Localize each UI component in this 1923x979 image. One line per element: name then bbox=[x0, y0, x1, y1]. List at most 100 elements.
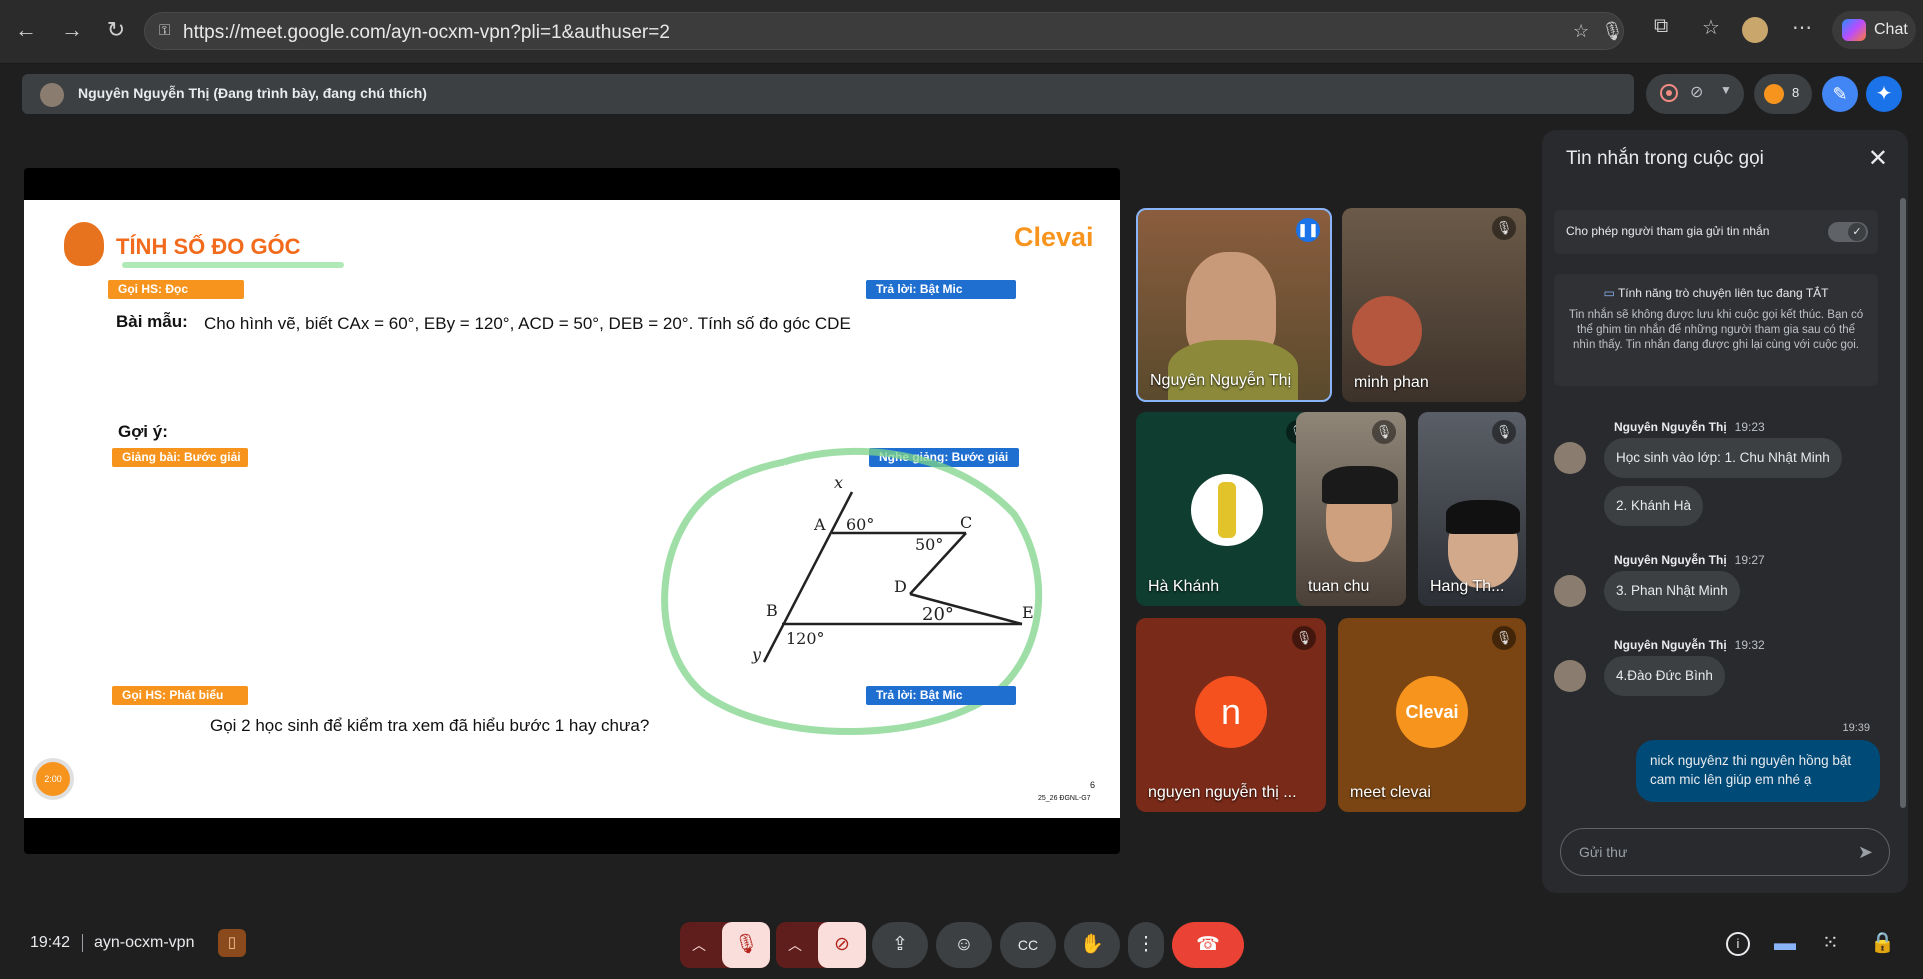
favorites-icon[interactable]: ☆ bbox=[1702, 15, 1720, 40]
end-call-icon[interactable]: ☎ bbox=[1172, 922, 1244, 968]
sender-avatar bbox=[1554, 660, 1586, 692]
label-b: B bbox=[766, 601, 778, 620]
participant-tile[interactable]: Clevai 🎙 meet clevai bbox=[1338, 618, 1526, 812]
participant-tile[interactable]: 🎙 minh phan bbox=[1342, 208, 1526, 402]
chat-icon[interactable]: ▬ bbox=[1774, 930, 1796, 956]
message-sender: Nguyên Nguyễn Thị 19:32 bbox=[1614, 638, 1765, 652]
mic-off-icon: 🎙 bbox=[1492, 626, 1516, 650]
participant-name: tuan chu bbox=[1308, 578, 1370, 595]
bai-mau-label: Bài mẫu: bbox=[116, 312, 188, 331]
message-bubble: 2. Khánh Hà bbox=[1604, 486, 1704, 526]
participants-icon bbox=[1764, 84, 1784, 104]
divider bbox=[82, 934, 83, 952]
browser-toolbar: ← → ↻ ⚿ https://meet.google.com/ayn-ocxm… bbox=[0, 0, 1923, 64]
tag-tra-loi-1: Trả lời: Bật Mic bbox=[866, 280, 1016, 299]
participant-name: Hang Th... bbox=[1430, 578, 1505, 595]
mic-off-icon[interactable]: 🎙 bbox=[722, 922, 770, 968]
close-icon[interactable]: ✕ bbox=[1868, 144, 1888, 173]
chat-scrollbar[interactable] bbox=[1900, 198, 1906, 808]
timer-badge: 2:00 bbox=[32, 758, 74, 800]
label-a: A bbox=[813, 515, 826, 534]
own-message-bubble: nick nguyênz thi nguyên hồng bật cam mic… bbox=[1636, 740, 1880, 802]
door-icon[interactable]: ▯ bbox=[218, 929, 246, 957]
participant-name: nguyen nguyễn thị ... bbox=[1148, 784, 1297, 801]
toggle-label: Cho phép người tham gia gửi tin nhắn bbox=[1566, 224, 1770, 238]
participant-name: minh phan bbox=[1354, 374, 1429, 391]
presenter-text: Nguyên Nguyễn Thị (Đang trình bày, đang … bbox=[78, 85, 427, 101]
slide: TÍNH SỐ ĐO GÓC Clevai Gọi HS: Đọc Trả lờ… bbox=[24, 200, 1120, 818]
meet-stage: Nguyên Nguyễn Thị (Đang trình bày, đang … bbox=[0, 64, 1923, 979]
meeting-time: 19:42 bbox=[30, 934, 71, 951]
microphone-icon[interactable]: 🎙 bbox=[1601, 21, 1624, 42]
reload-icon[interactable]: ↻ bbox=[100, 14, 132, 46]
pen-annotate-icon[interactable]: ✎ bbox=[1822, 76, 1858, 112]
host-controls-icon[interactable]: 🔒 bbox=[1870, 930, 1895, 955]
chat-panel-title: Tin nhắn trong cuộc gọi bbox=[1566, 148, 1764, 169]
message-sender: Nguyên Nguyễn Thị 19:23 bbox=[1614, 420, 1765, 434]
chat-info-box: ▭ Tính năng trò chuyện liên tục đang TẮT… bbox=[1554, 274, 1878, 386]
squirrel-mascot bbox=[64, 222, 104, 266]
back-icon[interactable]: ← bbox=[10, 14, 42, 46]
participant-initial-avatar: n bbox=[1195, 676, 1267, 748]
gemini-icon[interactable]: ✦ bbox=[1866, 76, 1902, 112]
chat-input[interactable]: Gửi thư ➤ bbox=[1560, 828, 1890, 876]
bookmark-star-icon[interactable]: ☆ bbox=[1573, 21, 1589, 42]
label-e: E bbox=[1022, 603, 1034, 622]
camera-control[interactable]: ︿ ⊘ bbox=[776, 922, 866, 968]
participant-name: Nguyên Nguyễn Thị bbox=[1150, 372, 1292, 389]
own-message-time: 19:39 bbox=[1842, 722, 1870, 734]
participant-tile[interactable]: 🎙 Hà Khánh bbox=[1136, 412, 1320, 606]
allow-messages-row: Cho phép người tham gia gửi tin nhắn ✓ bbox=[1554, 210, 1878, 254]
slide-title: TÍNH SỐ ĐO GÓC bbox=[116, 234, 301, 259]
copilot-icon bbox=[1842, 19, 1866, 41]
send-icon[interactable]: ➤ bbox=[1858, 829, 1873, 875]
captions-icon[interactable]: CC bbox=[1000, 922, 1056, 968]
bottom-bar: 19:42 ayn-ocxm-vpn ▯ ︿ 🎙 ︿ ⊘ ⇪ ☺ CC ✋ ⋮ … bbox=[0, 904, 1923, 979]
more-options-icon[interactable]: ⋯ bbox=[1792, 15, 1812, 40]
question-text: Gọi 2 học sinh để kiểm tra xem đã hiểu b… bbox=[210, 716, 650, 735]
label-x: x bbox=[834, 473, 843, 492]
address-bar[interactable]: ⚿ https://meet.google.com/ayn-ocxm-vpn?p… bbox=[144, 12, 1624, 50]
info-icon[interactable]: i bbox=[1726, 932, 1750, 956]
chevron-up-icon[interactable]: ︿ bbox=[692, 922, 706, 968]
label-y: y bbox=[751, 645, 762, 664]
presenter-avatar bbox=[40, 83, 64, 107]
participant-video bbox=[1352, 296, 1422, 366]
problem-text: Cho hình vẽ, biết CAx = 60°, EBy = 120°,… bbox=[204, 314, 851, 333]
chevron-up-icon[interactable]: ︿ bbox=[788, 922, 802, 968]
participant-tile[interactable]: 🎙 Hang Th... bbox=[1418, 412, 1526, 606]
participant-name: meet clevai bbox=[1350, 784, 1431, 801]
url-text[interactable]: https://meet.google.com/ayn-ocxm-vpn?pli… bbox=[183, 22, 670, 44]
clevai-avatar: Clevai bbox=[1396, 676, 1468, 748]
angle-60: 60° bbox=[846, 515, 874, 534]
camera-off-icon: ⊘ bbox=[1690, 84, 1704, 101]
participants-button[interactable]: 8 bbox=[1754, 74, 1812, 114]
tag-giang-bai: Giảng bài: Bước giải bbox=[112, 448, 248, 467]
mic-control[interactable]: ︿ 🎙 bbox=[680, 922, 770, 968]
participant-tile[interactable]: ❚❚ Nguyên Nguyễn Thị bbox=[1136, 208, 1332, 402]
mic-off-icon: 🎙 bbox=[1292, 626, 1316, 650]
raise-hand-icon[interactable]: ✋ bbox=[1064, 922, 1120, 968]
message-sender: Nguyên Nguyễn Thị 19:27 bbox=[1614, 553, 1765, 567]
chevron-down-icon: ▼ bbox=[1720, 83, 1732, 97]
site-info-icon[interactable]: ⚿ bbox=[159, 22, 170, 39]
participant-name: Hà Khánh bbox=[1148, 578, 1220, 595]
message-bubble: Học sinh vào lớp: 1. Chu Nhật Minh bbox=[1604, 438, 1842, 478]
profile-avatar[interactable] bbox=[1742, 17, 1768, 43]
participant-tile[interactable]: 🎙 tuan chu bbox=[1296, 412, 1406, 606]
forward-icon[interactable]: → bbox=[56, 14, 88, 46]
copilot-chat-button[interactable]: Chat bbox=[1832, 11, 1916, 49]
more-options-icon[interactable]: ⋮ bbox=[1128, 922, 1164, 968]
extensions-icon[interactable]: ⧉ bbox=[1654, 15, 1668, 38]
emoji-icon[interactable]: ☺ bbox=[936, 922, 992, 968]
participant-tile[interactable]: n 🎙 nguyen nguyễn thị ... bbox=[1136, 618, 1326, 812]
recording-controls[interactable]: ⊘ ▼ bbox=[1646, 74, 1744, 114]
info-title: ▭ Tính năng trò chuyện liên tục đang TẮT bbox=[1603, 286, 1829, 300]
camera-off-icon[interactable]: ⊘ bbox=[818, 922, 866, 968]
info-body: Tin nhắn sẽ không được lưu khi cuộc gọi … bbox=[1568, 309, 1864, 351]
activities-icon[interactable]: ⁙ bbox=[1822, 930, 1839, 955]
message-bubble: 4.Đào Đức Bình bbox=[1604, 656, 1725, 696]
label-d: D bbox=[894, 577, 907, 596]
present-screen-icon[interactable]: ⇪ bbox=[872, 922, 928, 968]
mic-off-icon: 🎙 bbox=[1372, 420, 1396, 444]
